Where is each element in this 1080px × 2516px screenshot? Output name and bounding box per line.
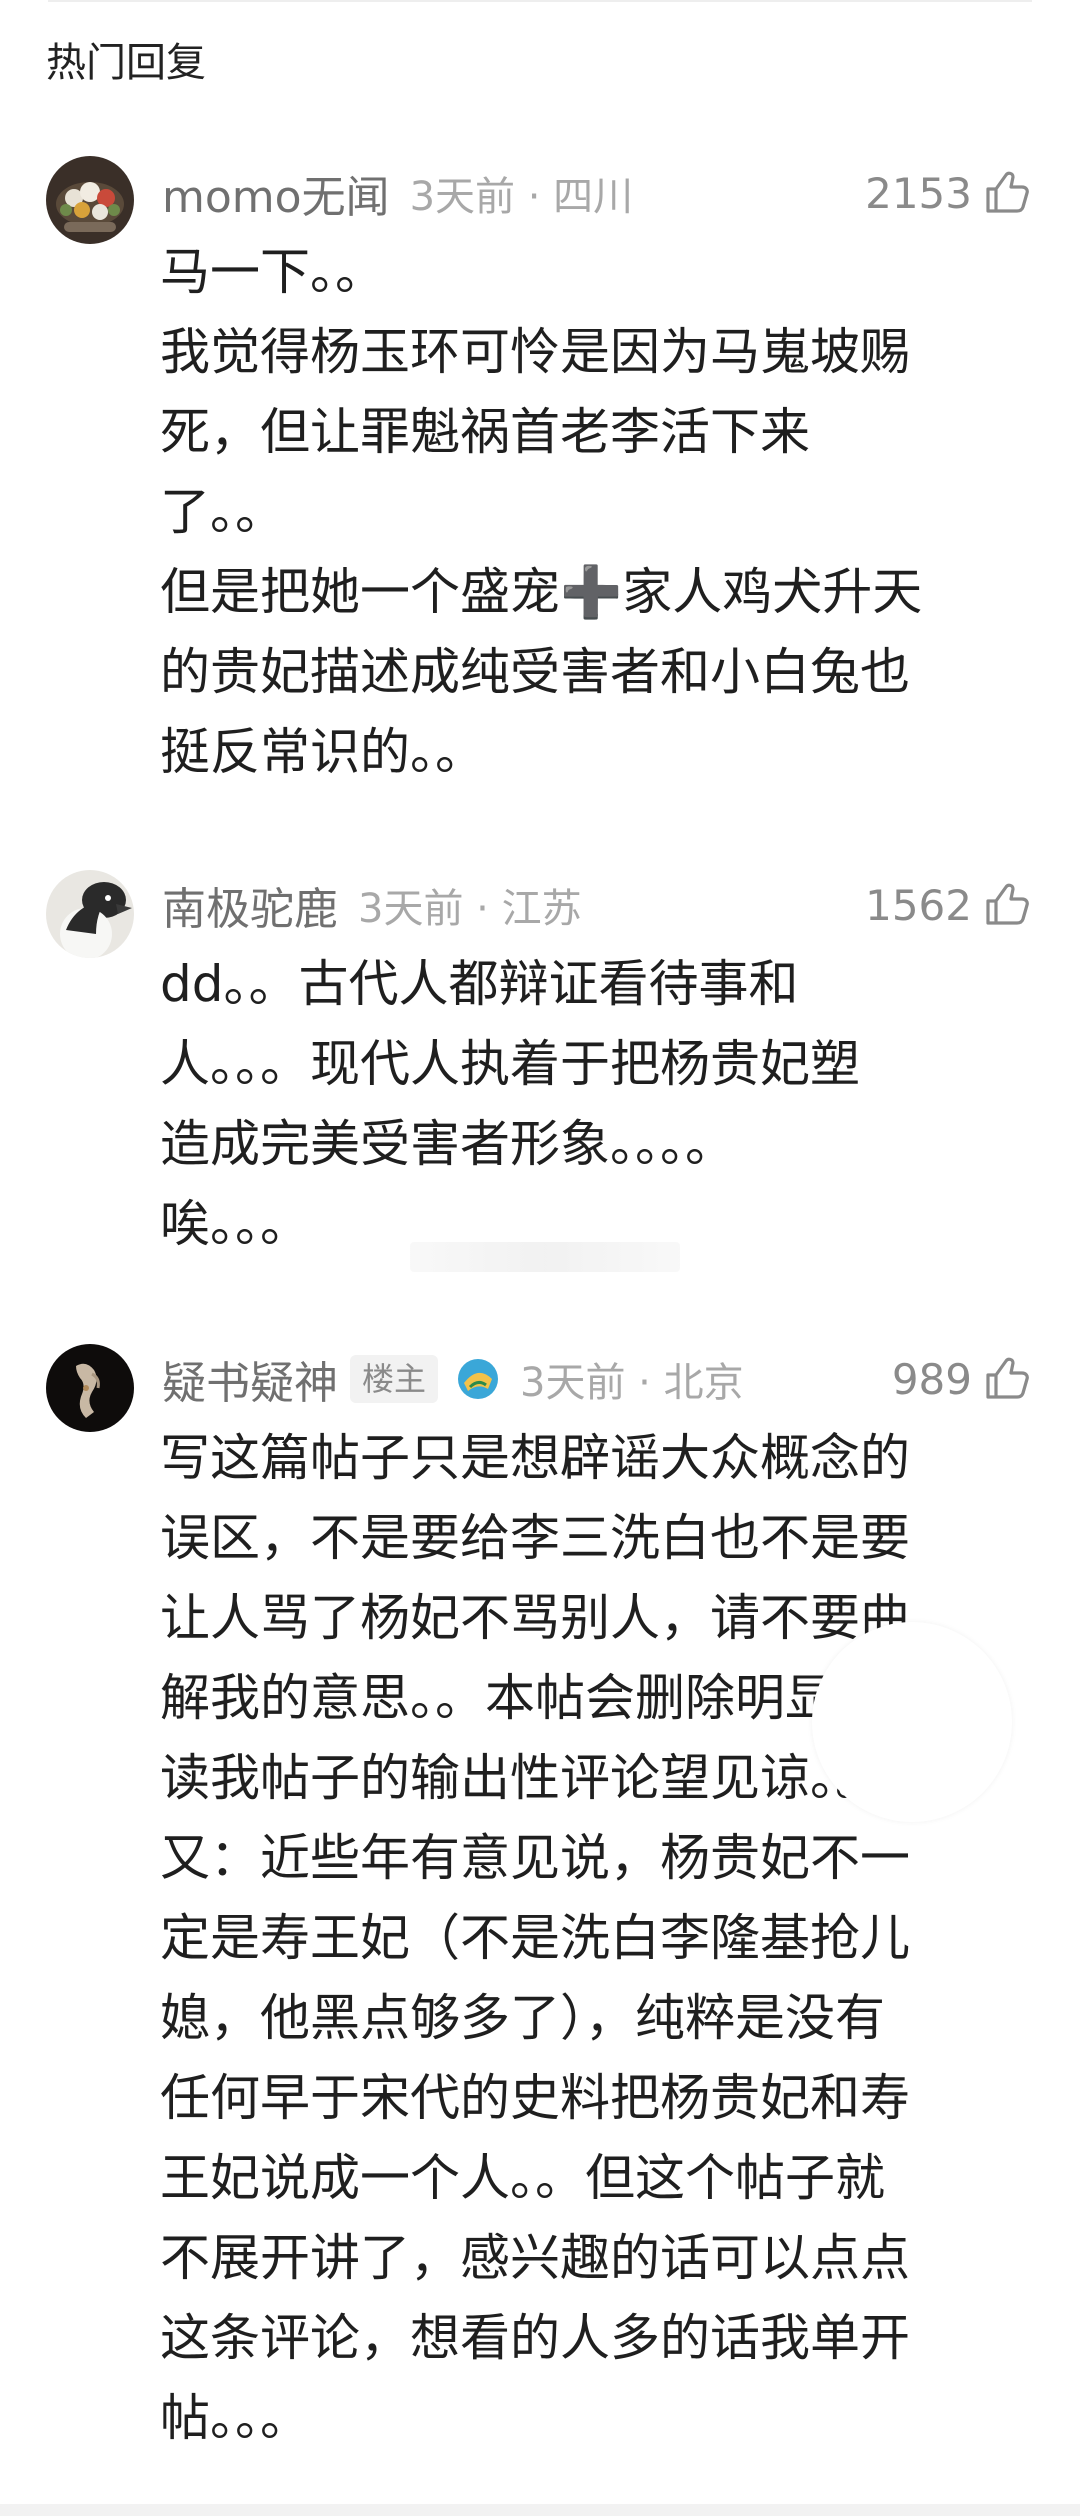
top-divider [48, 0, 1032, 2]
section-title: 热门回复 [46, 40, 206, 86]
like-count: 2153 [865, 168, 972, 218]
thumbs-up-icon [980, 167, 1032, 219]
thumbs-up-icon [980, 1353, 1032, 1405]
avatar[interactable] [46, 1344, 134, 1432]
like-count: 1562 [865, 880, 972, 930]
comment-text: dd。。古代人都辩证看待事和 人。。。现代人执着于把杨贵妃塑 造成完美受害者形象… [160, 955, 860, 1253]
level-icon [456, 1357, 500, 1401]
comment-time-location: 3天前 · 北京 [520, 1360, 744, 1406]
thumbs-up-icon [980, 879, 1032, 931]
comment-text: 写这篇帖子只是想辟谣大众概念的 误区，不是要给李三洗白也不是要 让人骂了杨妃不骂… [160, 1429, 910, 2447]
faded-watermark [410, 1242, 680, 1272]
comment-meta: momo无闻 3天前 · 四川 [162, 158, 633, 228]
username[interactable]: 南极驼鹿 [162, 873, 338, 937]
comment-meta: 疑书疑神 楼主 3天前 · 北京 [162, 1344, 744, 1414]
avatar[interactable] [46, 156, 134, 244]
comment-text: 马一下。。 我觉得杨玉环可怜是因为马嵬坡赐 死，但让罪魁祸首老李活下来 了。。 … [160, 243, 923, 781]
comment-time-location: 3天前 · 江苏 [358, 886, 582, 932]
comment-meta: 南极驼鹿 3天前 · 江苏 [162, 870, 582, 940]
bottom-divider [0, 2504, 1080, 2516]
avatar-hand-icon [46, 1344, 134, 1432]
comment-time-location: 3天前 · 四川 [409, 174, 634, 220]
like-button[interactable]: 2153 [865, 158, 1032, 228]
like-button[interactable]: 1562 [865, 870, 1032, 940]
like-count: 989 [891, 1354, 972, 1404]
avatar-flower-icon [46, 156, 134, 244]
username[interactable]: momo无闻 [162, 161, 390, 225]
avatar-penguin-icon [46, 870, 134, 958]
floating-overlay [812, 1622, 1012, 1822]
like-button[interactable]: 989 [892, 1344, 1032, 1414]
avatar[interactable] [46, 870, 134, 958]
username[interactable]: 疑书疑神 [162, 1347, 338, 1411]
author-badge: 楼主 [350, 1355, 439, 1403]
